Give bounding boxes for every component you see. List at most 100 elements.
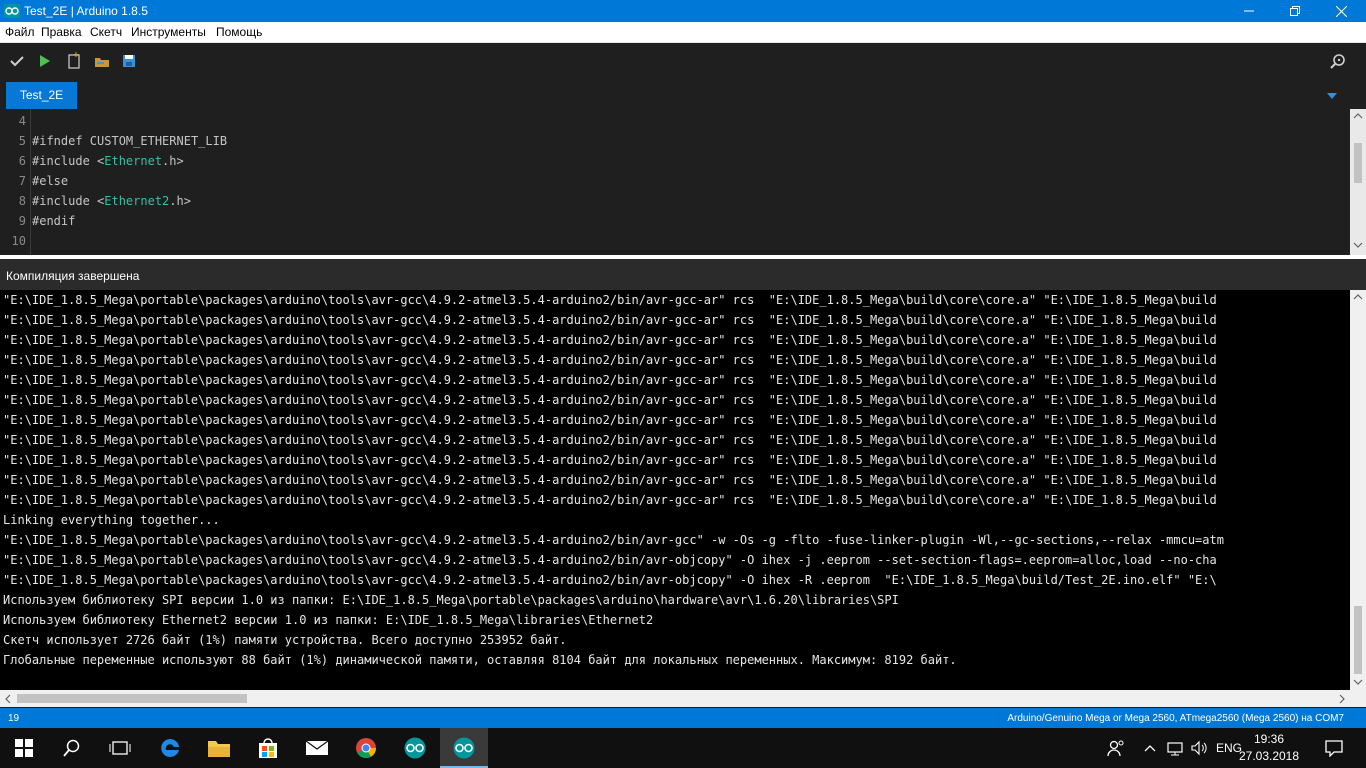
people-icon (1107, 740, 1124, 757)
upload-icon (40, 55, 50, 67)
task-view-button[interactable] (96, 728, 144, 768)
menu-tools[interactable]: Инструменты (131, 25, 206, 39)
line-number: 4 (18, 114, 26, 128)
console-line: "E:\IDE_1.8.5_Mega\portable\packages\ard… (3, 333, 1217, 347)
status-message: Компиляция завершена (6, 269, 140, 283)
console-line: "E:\IDE_1.8.5_Mega\portable\packages\ard… (3, 393, 1217, 407)
menu-file[interactable]: Файл (5, 25, 35, 39)
tab-test-2e[interactable]: Test_2E (6, 82, 77, 109)
menu-edit[interactable]: Правка (41, 25, 82, 39)
library-name: Ethernet2 (104, 194, 170, 208)
console-lines: "E:\IDE_1.8.5_Mega\portable\packages\ard… (3, 290, 1348, 690)
console-line: Linking everything together... (3, 513, 220, 527)
line-number-gutter: 4 5 6 7 8 9 10 (0, 109, 31, 255)
store-icon (259, 738, 277, 758)
line-number: 10 (11, 234, 26, 248)
restore-icon (1290, 6, 1300, 16)
toolbar (0, 43, 1366, 80)
file-explorer-icon (208, 741, 230, 757)
editor-scrollbar[interactable] (1350, 109, 1366, 255)
tab-bar: Test_2E (0, 80, 1366, 109)
minimize-button[interactable] (1226, 0, 1272, 22)
mail-icon (305, 740, 329, 755)
arduino-app-icon (4, 4, 20, 18)
editor-scroll-thumb[interactable] (1354, 143, 1362, 183)
scroll-down-icon (1353, 679, 1363, 685)
network-button[interactable] (1164, 728, 1186, 768)
new-sketch-button[interactable] (65, 52, 83, 70)
store-button[interactable] (244, 728, 292, 768)
menu-sketch[interactable]: Скетч (90, 25, 122, 39)
console-line: "E:\IDE_1.8.5_Mega\portable\packages\ard… (3, 553, 1217, 567)
console-vertical-scrollbar[interactable] (1350, 290, 1366, 690)
arduino-app-button[interactable] (391, 728, 439, 768)
console-horizontal-scrollbar[interactable] (0, 690, 1366, 707)
taskbar: ENG 19:36 27.03.2018 (0, 728, 1366, 768)
close-button[interactable] (1318, 0, 1364, 22)
code-editor[interactable]: 4 5 6 7 8 9 10 #ifndef CUSTOM_ETHERNET_L… (0, 109, 1366, 255)
title-bar: Test_2E | Arduino 1.8.5 (0, 0, 1366, 22)
code-line[interactable]: #else (32, 171, 68, 191)
mail-button[interactable] (293, 728, 341, 768)
window-title: Test_2E | Arduino 1.8.5 (24, 4, 148, 18)
code-text: .h> (162, 154, 184, 168)
scroll-up-icon (1353, 113, 1363, 119)
volume-button[interactable] (1188, 728, 1210, 768)
volume-icon (1191, 740, 1207, 756)
tab-menu-button[interactable] (1326, 88, 1338, 99)
clock[interactable]: 19:36 27.03.2018 (1238, 731, 1300, 765)
code-line[interactable]: #endif (32, 211, 75, 231)
show-hidden-icons-button[interactable] (1140, 728, 1160, 768)
library-name: Ethernet (104, 154, 163, 168)
board-port-info: Arduino/Genuino Mega or Mega 2560, ATmeg… (1007, 713, 1344, 724)
console-line: Скетч использует 2726 байт (1%) памяти у… (3, 633, 567, 647)
console-output[interactable]: "E:\IDE_1.8.5_Mega\portable\packages\ard… (0, 290, 1366, 692)
console-line: "E:\IDE_1.8.5_Mega\portable\packages\ard… (3, 573, 1217, 587)
menu-help[interactable]: Помощь (216, 25, 262, 39)
verify-button[interactable] (8, 52, 26, 70)
console-scroll-thumb[interactable] (1354, 606, 1362, 674)
chrome-icon (356, 738, 377, 759)
open-sketch-button[interactable] (93, 52, 111, 70)
horizontal-scroll-thumb[interactable] (17, 694, 247, 703)
line-number: 6 (18, 154, 26, 168)
scroll-left-icon (5, 694, 11, 704)
code-line[interactable]: #ifndef CUSTOM_ETHERNET_LIB (32, 131, 227, 151)
verify-icon (10, 56, 24, 67)
menu-bar: Файл Правка Скетч Инструменты Помощь (0, 22, 1366, 43)
current-line-number: 19 (8, 713, 20, 724)
people-button[interactable] (1102, 728, 1130, 768)
edge-icon (161, 738, 179, 757)
search-icon (63, 739, 80, 757)
restore-button[interactable] (1272, 0, 1318, 22)
console-line: "E:\IDE_1.8.5_Mega\portable\packages\ard… (3, 493, 1217, 507)
console-line: "E:\IDE_1.8.5_Mega\portable\packages\ard… (3, 313, 1217, 327)
action-center-button[interactable] (1318, 728, 1350, 768)
save-sketch-button[interactable] (120, 52, 138, 70)
search-button[interactable] (48, 728, 96, 768)
chrome-button[interactable] (342, 728, 390, 768)
code-line[interactable]: #include <Ethernet2.h> (32, 191, 191, 211)
explorer-button[interactable] (195, 728, 243, 768)
new-icon (68, 52, 80, 69)
open-icon (95, 58, 109, 67)
scroll-right-icon (1339, 694, 1345, 704)
start-button[interactable] (0, 728, 48, 768)
clock-date: 27.03.2018 (1238, 749, 1300, 763)
status-line: Компиляция завершена (0, 259, 1366, 290)
console-line: "E:\IDE_1.8.5_Mega\portable\packages\ard… (3, 453, 1217, 467)
console-line: "E:\IDE_1.8.5_Mega\portable\packages\ard… (3, 293, 1217, 307)
arduino-active-icon (453, 737, 475, 759)
bottom-status-bar: 19 Arduino/Genuino Mega or Mega 2560, AT… (0, 708, 1366, 728)
scroll-down-icon (1353, 242, 1363, 248)
edge-button[interactable] (146, 728, 194, 768)
clock-time: 19:36 (1253, 732, 1285, 746)
upload-button[interactable] (35, 52, 53, 70)
console-line: "E:\IDE_1.8.5_Mega\portable\packages\ard… (3, 473, 1217, 487)
line-number: 8 (18, 194, 26, 208)
code-line[interactable]: #include <Ethernet.h> (32, 151, 184, 171)
chevron-up-icon (1144, 745, 1156, 752)
arduino-icon (404, 737, 426, 759)
arduino-active-window-button[interactable] (440, 728, 488, 768)
serial-monitor-button[interactable] (1329, 52, 1347, 70)
